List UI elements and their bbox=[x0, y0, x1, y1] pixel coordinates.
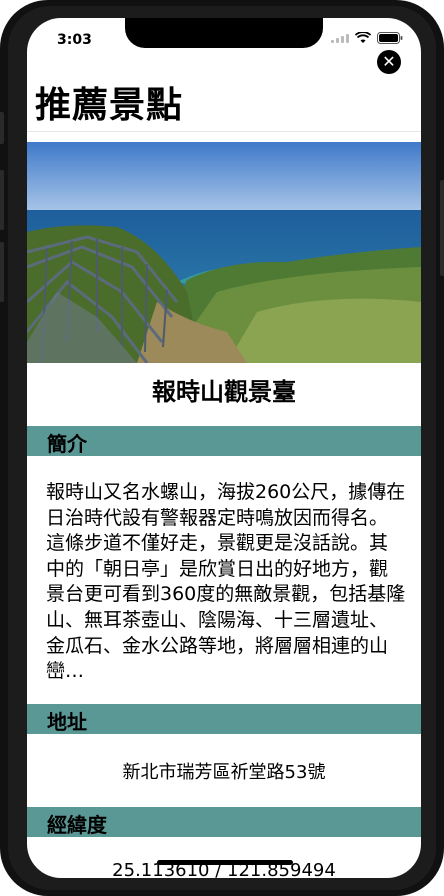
screen: 3:03 ✕ 推薦景點 報時山觀景臺 簡介 報時山又名水螺山，海拔260公尺，據… bbox=[27, 18, 421, 878]
section-title: 地址 bbox=[47, 710, 87, 734]
signal-icon bbox=[331, 33, 349, 43]
section-header-intro: 簡介 bbox=[27, 426, 421, 456]
wifi-icon bbox=[355, 32, 371, 43]
section-header-address: 地址 bbox=[27, 704, 421, 734]
section-title: 簡介 bbox=[47, 432, 87, 456]
section-header-coords: 經緯度 bbox=[27, 807, 421, 837]
hero-photo bbox=[27, 142, 421, 363]
landscape-photo bbox=[27, 142, 421, 363]
notch bbox=[125, 18, 323, 48]
battery-icon bbox=[377, 32, 403, 44]
home-indicator[interactable] bbox=[157, 860, 293, 865]
page-title: 推薦景點 bbox=[35, 85, 184, 126]
status-time: 3:03 bbox=[57, 32, 92, 48]
phone-frame: 3:03 ✕ 推薦景點 報時山觀景臺 簡介 報時山又名水螺山，海拔260公尺，據… bbox=[0, 0, 444, 896]
mute-switch bbox=[0, 112, 4, 144]
status-icons bbox=[331, 32, 403, 44]
intro-text: 報時山又名水螺山，海拔260公尺，據傳在日治時代設有警報器定時鳴放因而得名。這條… bbox=[46, 481, 406, 683]
title-divider bbox=[27, 131, 421, 132]
place-name: 報時山觀景臺 bbox=[152, 378, 296, 406]
close-icon: ✕ bbox=[382, 52, 396, 71]
power-button bbox=[440, 180, 444, 276]
address-text: 新北市瑞芳區祈堂路53號 bbox=[122, 762, 326, 783]
section-title: 經緯度 bbox=[47, 813, 107, 837]
close-button[interactable]: ✕ bbox=[377, 50, 401, 74]
volume-up-button bbox=[0, 170, 4, 230]
volume-down-button bbox=[0, 242, 4, 302]
